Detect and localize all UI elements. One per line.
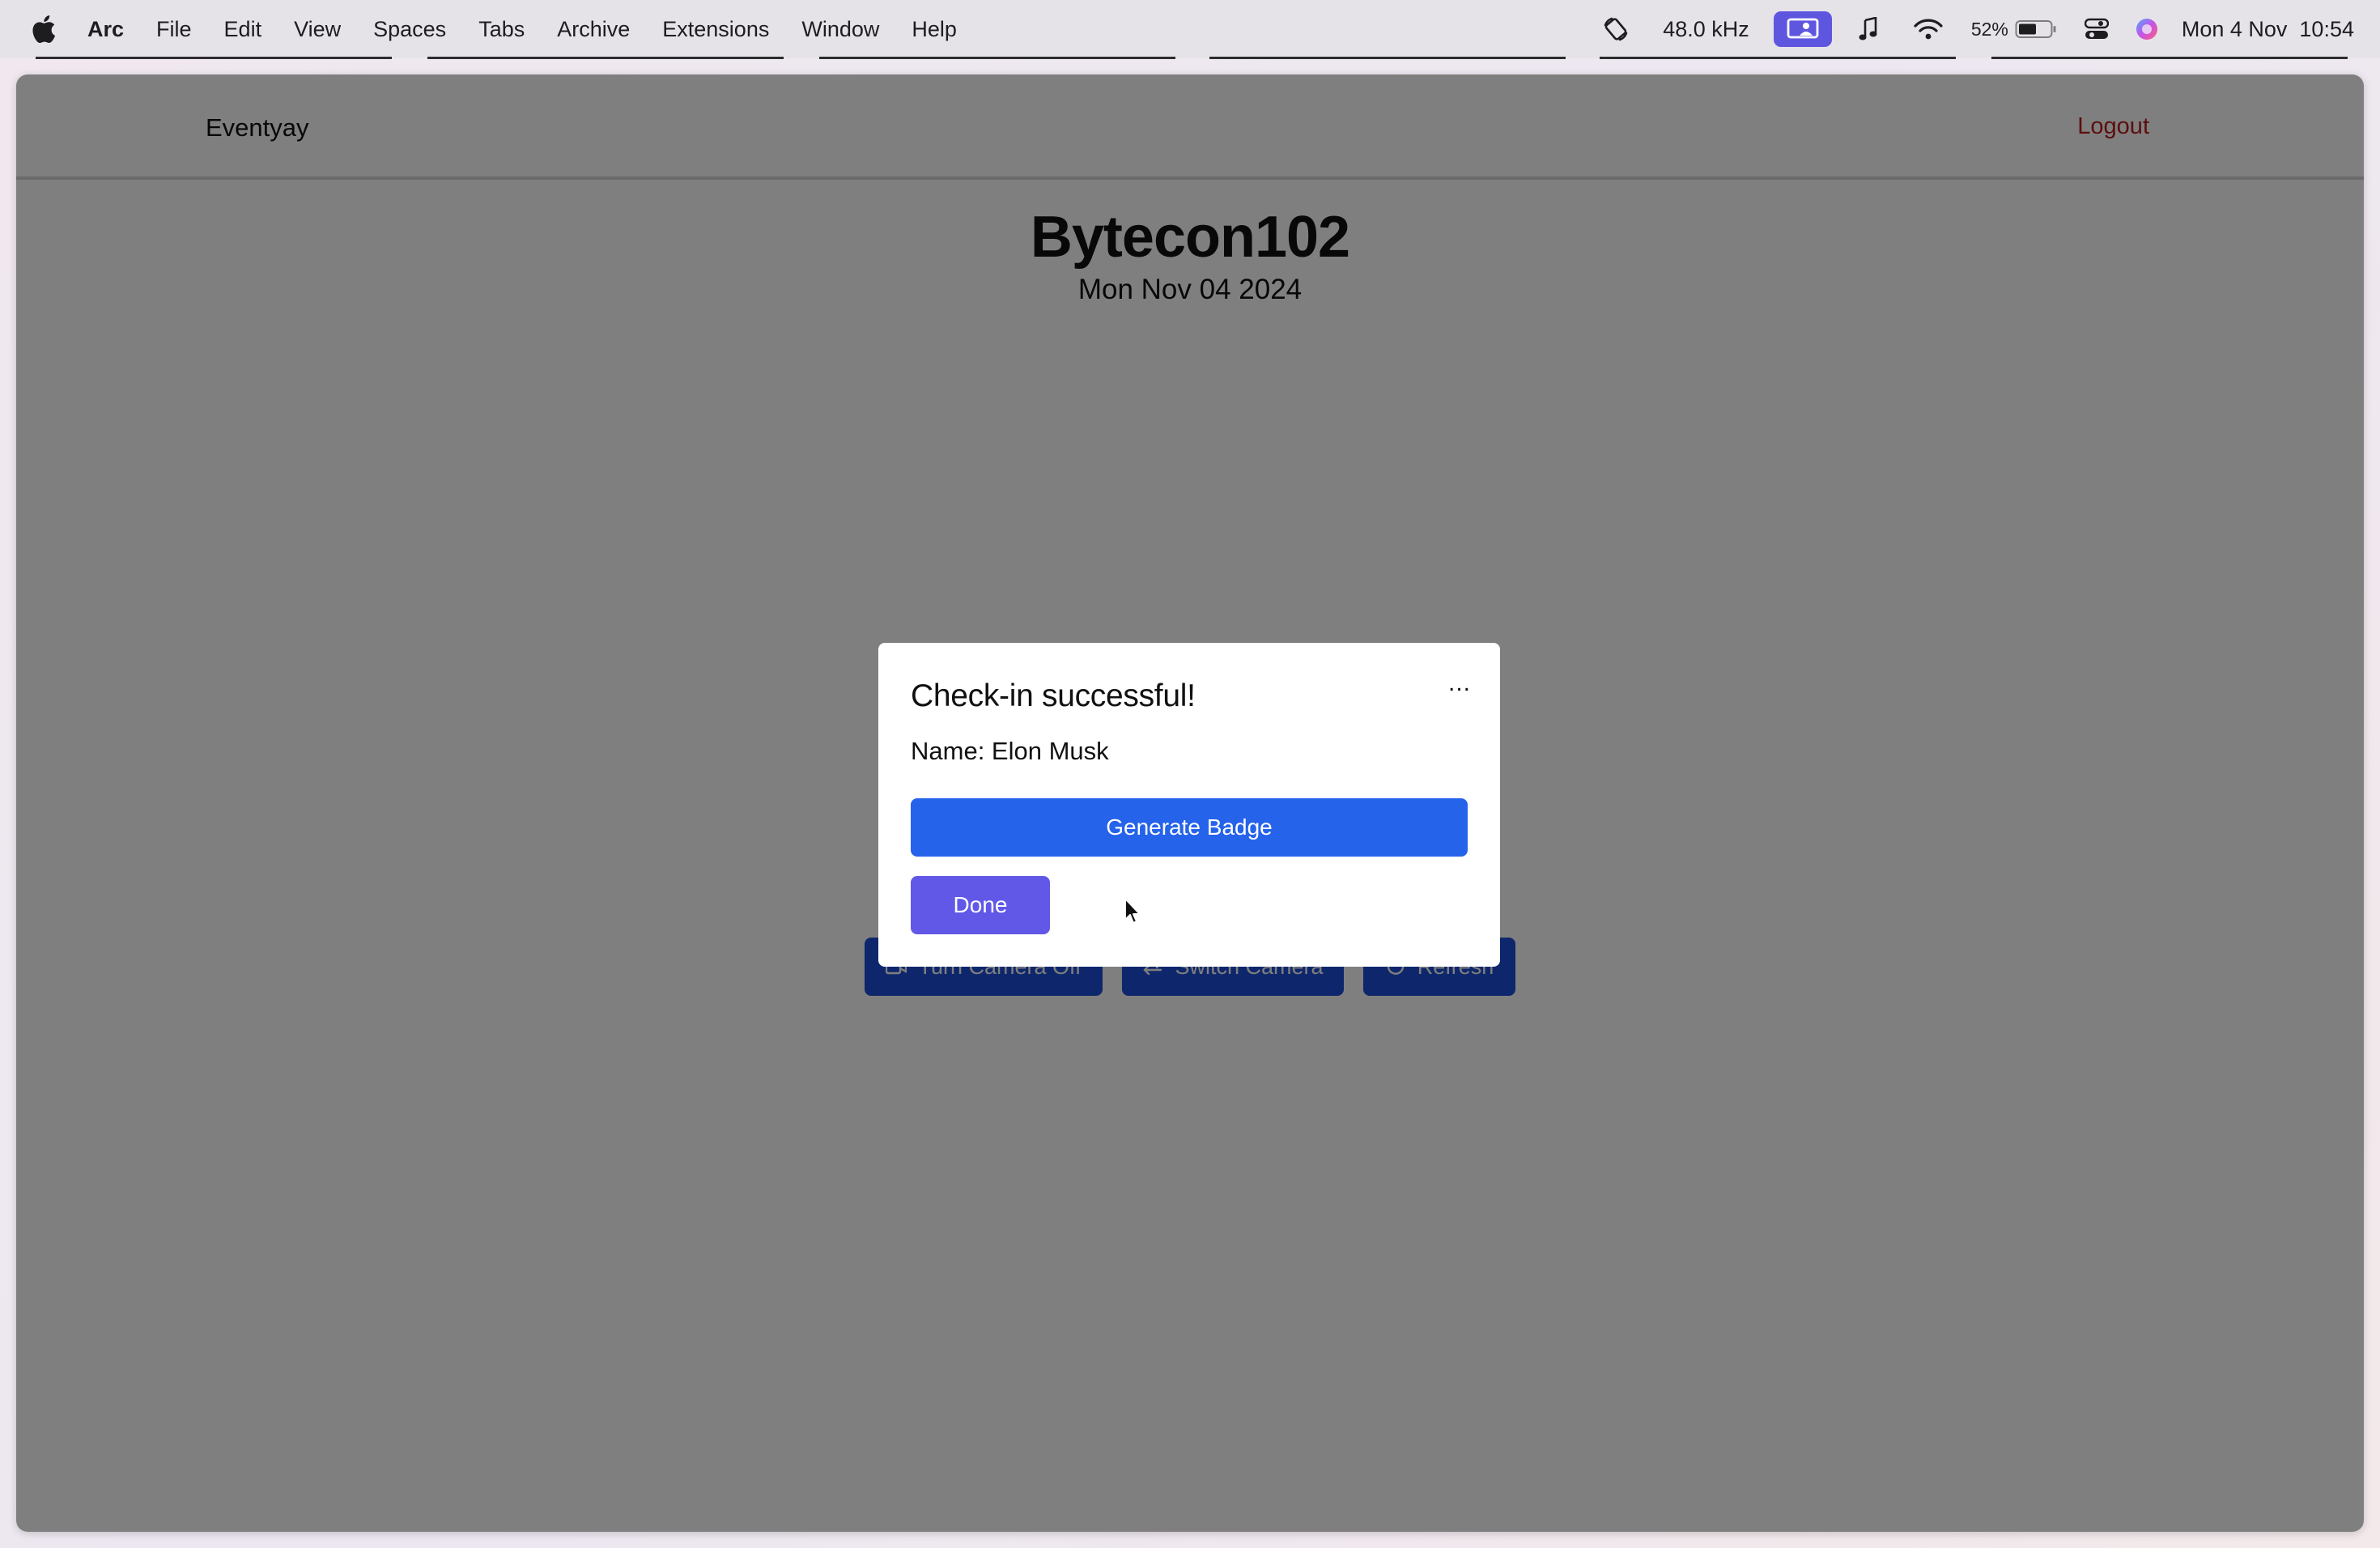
mouse-cursor-icon [1124,897,1143,926]
menu-archive[interactable]: Archive [557,17,630,42]
browser-window: Eventyay Logout Bytecon102 Mon Nov 04 20… [16,74,2364,1532]
tab-indicator[interactable] [819,57,1175,59]
battery-percent: 52% [1970,18,2008,40]
tab-indicator[interactable] [427,57,784,59]
tab-indicator[interactable] [36,57,392,59]
menu-bar-clock[interactable]: Mon 4 Nov 10:54 [2182,0,2354,58]
done-button[interactable]: Done [911,876,1050,934]
menu-file[interactable]: File [156,17,192,42]
wifi-icon[interactable] [1913,0,1944,58]
screen-sharing-indicator[interactable] [1773,0,1832,58]
tab-indicator[interactable] [1991,57,2348,59]
menu-bar-status-area: 48.0 kHz 52% Mon 4 Nov 10:54 [1600,0,2354,58]
audio-sample-rate[interactable]: 48.0 kHz [1663,0,1749,58]
music-note-icon[interactable] [1856,0,1881,58]
menu-extensions[interactable]: Extensions [662,17,769,42]
control-center-icon[interactable] [2084,0,2109,58]
dialog-title: Check-in successful! [911,678,1196,713]
attendee-name: Name: Elon Musk [911,737,1109,765]
tab-indicator[interactable] [1600,57,1956,59]
menu-tabs[interactable]: Tabs [478,17,525,42]
menu-edit[interactable]: Edit [224,17,262,42]
tab-indicator[interactable] [1209,57,1566,59]
screen-share-icon [1773,11,1832,47]
menu-help[interactable]: Help [912,17,957,42]
macos-menu-bar: Arc File Edit View Spaces Tabs Archive E… [0,0,2380,58]
menu-spaces[interactable]: Spaces [373,17,446,42]
siri-icon[interactable] [2135,0,2159,58]
menu-app-name[interactable]: Arc [87,17,124,42]
menu-window[interactable]: Window [801,17,879,42]
menu-view[interactable]: View [294,17,341,42]
checkin-success-dialog: Check-in successful! ... Name: Elon Musk… [878,643,1500,967]
apple-icon[interactable] [31,15,57,44]
generate-badge-button[interactable]: Generate Badge [911,798,1468,857]
battery-icon[interactable] [2015,0,2057,58]
rotation-lock-icon[interactable] [1600,0,1632,58]
dialog-more-options-button[interactable]: ... [1448,671,1471,695]
browser-tab-strip [32,57,2348,62]
